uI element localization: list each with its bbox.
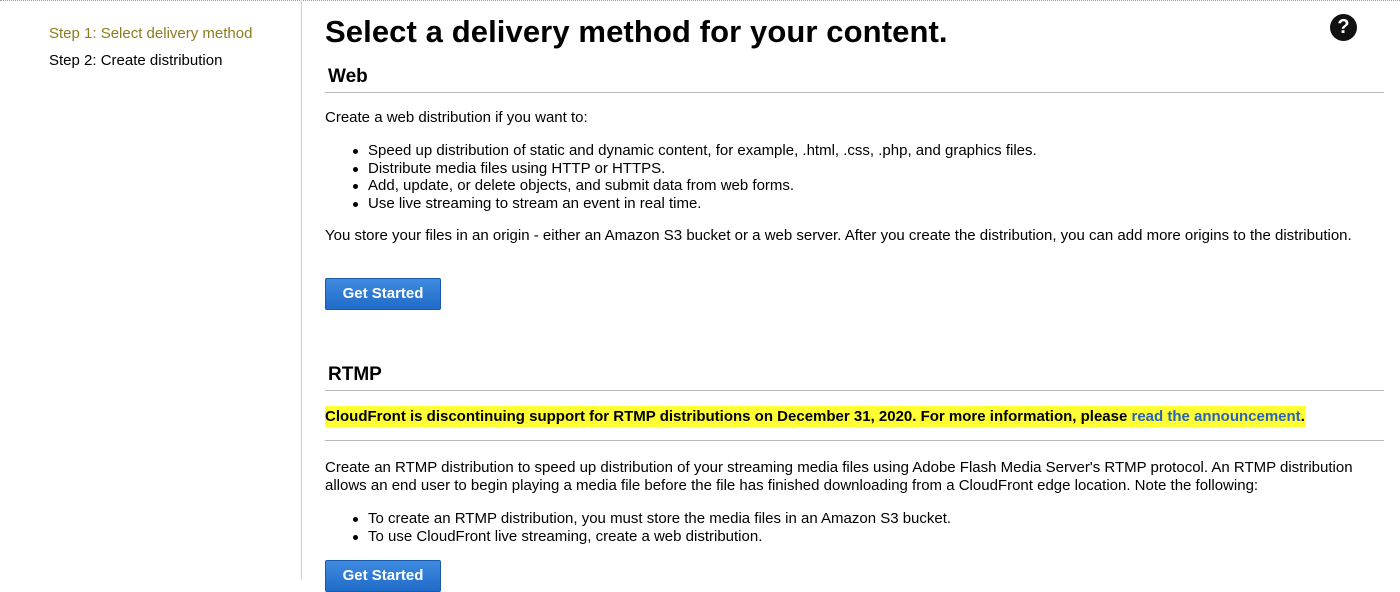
rtmp-description: Create an RTMP distribution to speed up … xyxy=(325,459,1353,494)
list-item: Speed up distribution of static and dyna… xyxy=(352,142,1037,160)
list-item: Distribute media files using HTTP or HTT… xyxy=(352,160,1037,178)
rtmp-heading-divider xyxy=(325,390,1384,391)
rtmp-get-started-button[interactable]: Get Started xyxy=(325,560,441,592)
read-announcement-link[interactable]: read the announcement xyxy=(1131,408,1300,425)
rtmp-discontinue-notice: CloudFront is discontinuing support for … xyxy=(325,406,1306,427)
main-content: Select a delivery method for your conten… xyxy=(325,0,1385,592)
web-heading: Web xyxy=(328,66,368,87)
list-item: Use live streaming to stream an event in… xyxy=(352,195,1037,213)
notice-end: . xyxy=(1300,408,1305,425)
rtmp-bullet-list: To create an RTMP distribution, you must… xyxy=(352,510,951,545)
sidebar-item-create-distribution[interactable]: Step 2: Create distribution xyxy=(49,52,222,69)
list-item: To create an RTMP distribution, you must… xyxy=(352,510,951,528)
web-intro-text: Create a web distribution if you want to… xyxy=(325,109,588,126)
notice-divider xyxy=(325,440,1384,441)
rtmp-heading: RTMP xyxy=(328,364,382,385)
web-get-started-button[interactable]: Get Started xyxy=(325,278,441,310)
web-heading-divider xyxy=(325,92,1384,93)
question-circle-icon[interactable]: ? xyxy=(1330,14,1357,41)
web-origin-text: You store your files in an origin - eith… xyxy=(325,227,1352,244)
sidebar-item-select-delivery-method[interactable]: Step 1: Select delivery method xyxy=(49,25,252,42)
page-title: Select a delivery method for your conten… xyxy=(325,14,948,49)
notice-text: CloudFront is discontinuing support for … xyxy=(325,408,1132,425)
list-item: To use CloudFront live streaming, create… xyxy=(352,528,951,546)
wizard-steps-sidebar: Step 1: Select delivery method Step 2: C… xyxy=(0,0,302,580)
list-item: Add, update, or delete objects, and subm… xyxy=(352,177,1037,195)
web-bullet-list: Speed up distribution of static and dyna… xyxy=(352,142,1037,212)
